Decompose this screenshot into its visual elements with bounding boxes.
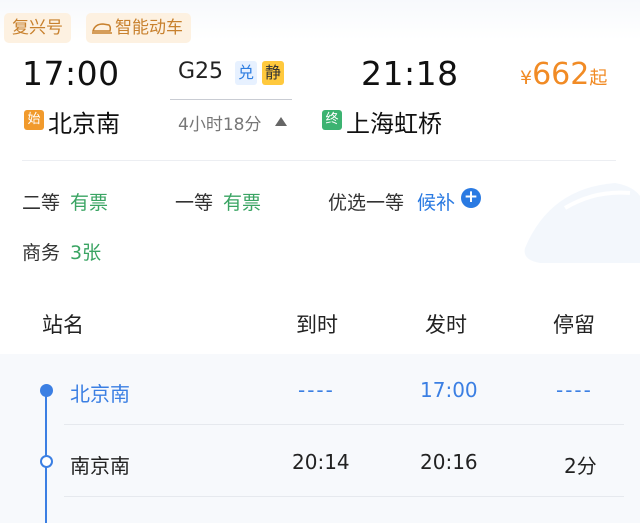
row-divider <box>64 424 624 425</box>
triangle-up-icon[interactable] <box>275 117 287 126</box>
departure-station: 北京南 <box>48 110 120 138</box>
waitlist-link[interactable]: 候补 <box>417 188 455 215</box>
train-number: G25 <box>178 59 224 84</box>
seat-status-second: 有票 <box>70 192 109 214</box>
duration-line <box>170 99 292 100</box>
train-icon <box>92 23 112 34</box>
duration-toggle[interactable]: 4小时18分 <box>178 110 261 135</box>
seat-class-first: 一等 <box>175 192 214 214</box>
start-station-icon: 始 <box>24 110 44 130</box>
stop-station-name[interactable]: 北京南 <box>70 378 130 407</box>
stop-station-name[interactable]: 南京南 <box>70 450 130 479</box>
stop-arrive: 20:14 <box>292 450 350 474</box>
end-station-icon: 终 <box>322 110 342 130</box>
seat-status-business: 3张 <box>70 242 102 264</box>
arrival-station: 上海虹桥 <box>346 110 442 138</box>
redeem-badge: 兑 <box>235 61 257 85</box>
price-currency: ¥ <box>520 67 533 89</box>
price-suffix: 起 <box>589 68 608 89</box>
stop-depart: 20:16 <box>420 450 478 474</box>
seat-class-premium-first: 优选一等 <box>328 192 405 214</box>
arrival-time: 21:18 <box>361 54 459 93</box>
stop-duration: ---- <box>556 378 593 402</box>
divider <box>22 160 616 161</box>
stop-arrive: ---- <box>298 378 335 402</box>
seat-class-business: 商务 <box>22 242 61 264</box>
col-stop: 停留 <box>553 313 595 337</box>
smart-train-tag: 智能动车 <box>86 13 191 43</box>
quiet-carriage-badge: 静 <box>262 61 284 85</box>
seat-status-first: 有票 <box>223 192 262 214</box>
departure-time: 17:00 <box>22 54 120 93</box>
price: ¥662起 <box>520 57 607 92</box>
plus-icon[interactable]: + <box>461 188 481 208</box>
stop-duration: 2分 <box>564 454 597 478</box>
timeline-dot-start <box>40 384 53 397</box>
stop-depart: 17:00 <box>420 378 478 402</box>
timeline-dot-stop <box>40 455 53 468</box>
price-amount: 662 <box>532 57 590 92</box>
seat-class-second: 二等 <box>22 192 61 214</box>
train-type-tag: 复兴号 <box>4 13 71 43</box>
smart-train-label: 智能动车 <box>115 18 183 38</box>
train-watermark-icon <box>524 183 640 263</box>
row-divider <box>64 496 624 497</box>
col-depart: 发时 <box>425 313 467 337</box>
train-detail-card: 复兴号 智能动车 17:00 G25 兑 静 21:18 ¥662起 4小时18… <box>0 0 640 523</box>
col-station: 站名 <box>42 313 84 337</box>
col-arrive: 到时 <box>296 313 338 337</box>
